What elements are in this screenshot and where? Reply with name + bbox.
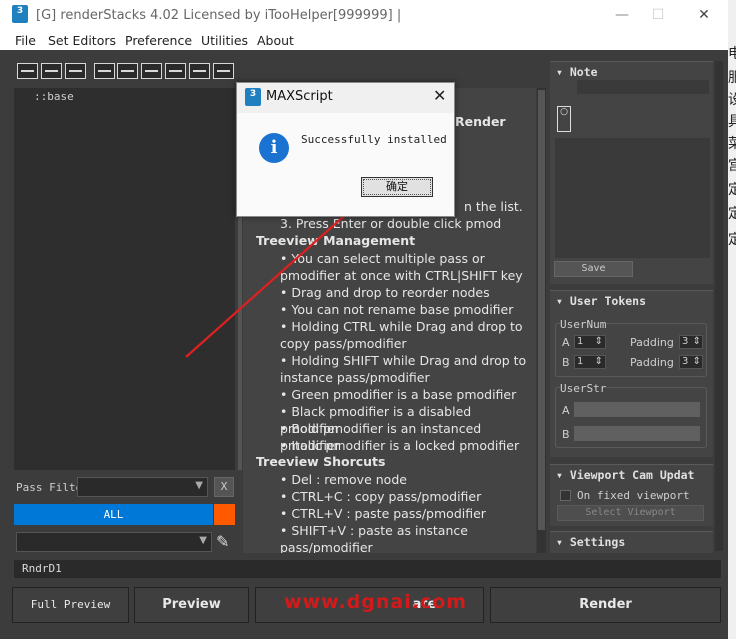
arrow-shaft <box>185 199 363 358</box>
app-icon: 3 <box>245 88 261 106</box>
maxscript-dialog: 3 MAXScript ✕ i Successfully installed 确… <box>236 82 455 217</box>
ok-button[interactable]: 确定 <box>361 177 433 197</box>
dialog-title: MAXScript <box>266 89 333 104</box>
info-icon: i <box>259 133 289 163</box>
dialog-body <box>237 113 454 216</box>
close-icon[interactable]: ✕ <box>433 86 446 105</box>
dialog-message: Successfully installed <box>301 133 447 146</box>
